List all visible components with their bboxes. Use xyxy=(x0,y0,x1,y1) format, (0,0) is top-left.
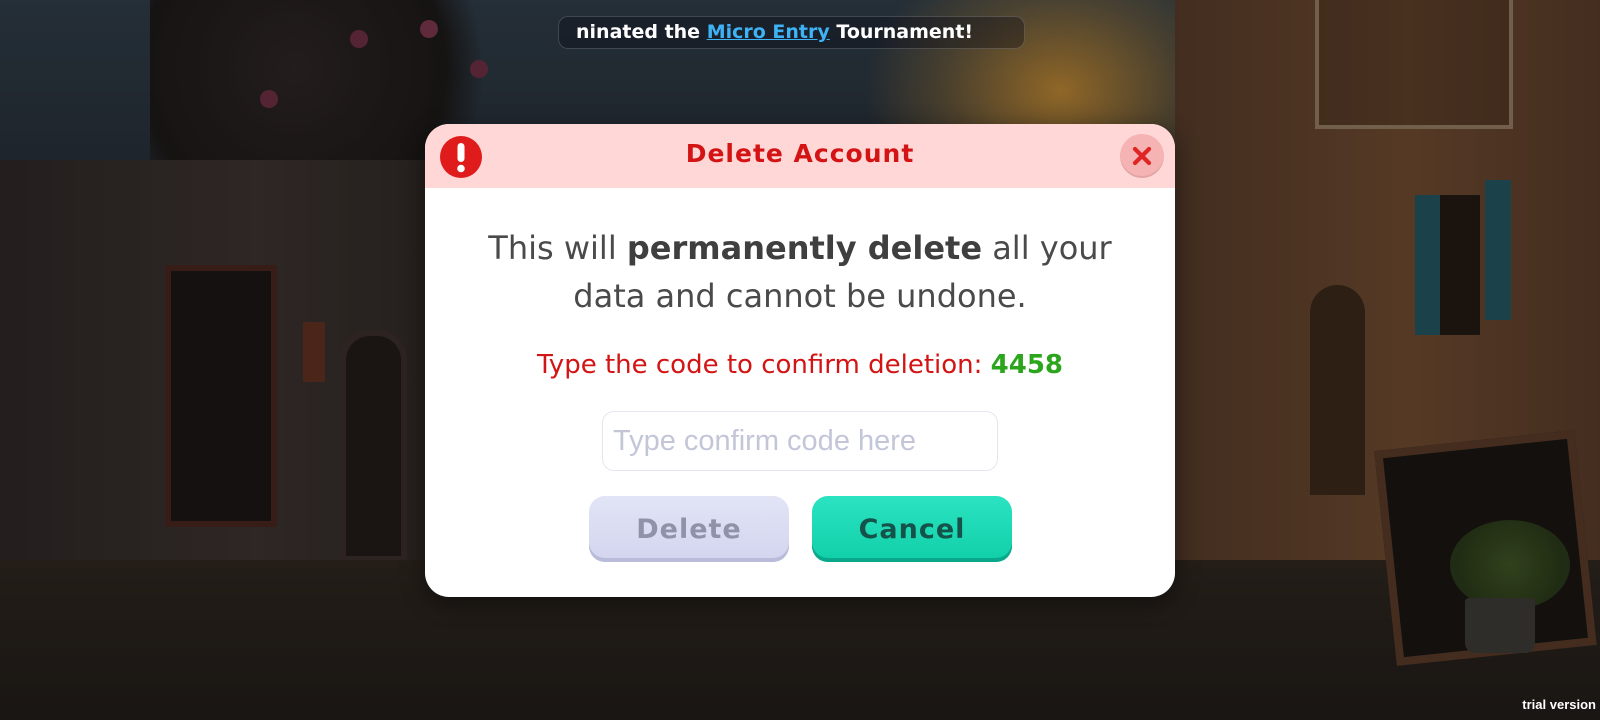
delete-account-dialog: Delete Account This will permanently del… xyxy=(425,124,1175,597)
confirm-prompt: Type the code to confirm deletion: xyxy=(536,350,991,380)
ticker-suffix: Tournament! xyxy=(829,21,974,43)
close-button[interactable] xyxy=(1120,134,1164,178)
delete-button[interactable]: Delete xyxy=(589,496,789,562)
dialog-header: Delete Account xyxy=(425,124,1175,188)
ticker-prefix: ninated the xyxy=(576,21,707,43)
message-part1: This will xyxy=(488,229,627,267)
warning-message: This will permanently delete all your da… xyxy=(465,224,1135,320)
close-icon xyxy=(1132,146,1152,166)
confirm-code-input[interactable] xyxy=(602,411,998,471)
confirm-instruction: Type the code to confirm deletion: 4458 xyxy=(425,350,1175,380)
message-emphasis: permanently delete xyxy=(626,229,983,267)
ticker-text: ninated the Micro Entry Tournament! xyxy=(576,21,973,43)
tournament-link[interactable]: Micro Entry xyxy=(707,21,830,43)
announcement-ticker: ninated the Micro Entry Tournament! xyxy=(558,16,1025,49)
cancel-button[interactable]: Cancel xyxy=(812,496,1012,562)
trial-watermark: trial version xyxy=(1522,697,1596,712)
confirm-code: 4458 xyxy=(990,350,1064,380)
dialog-title: Delete Account xyxy=(685,139,915,168)
